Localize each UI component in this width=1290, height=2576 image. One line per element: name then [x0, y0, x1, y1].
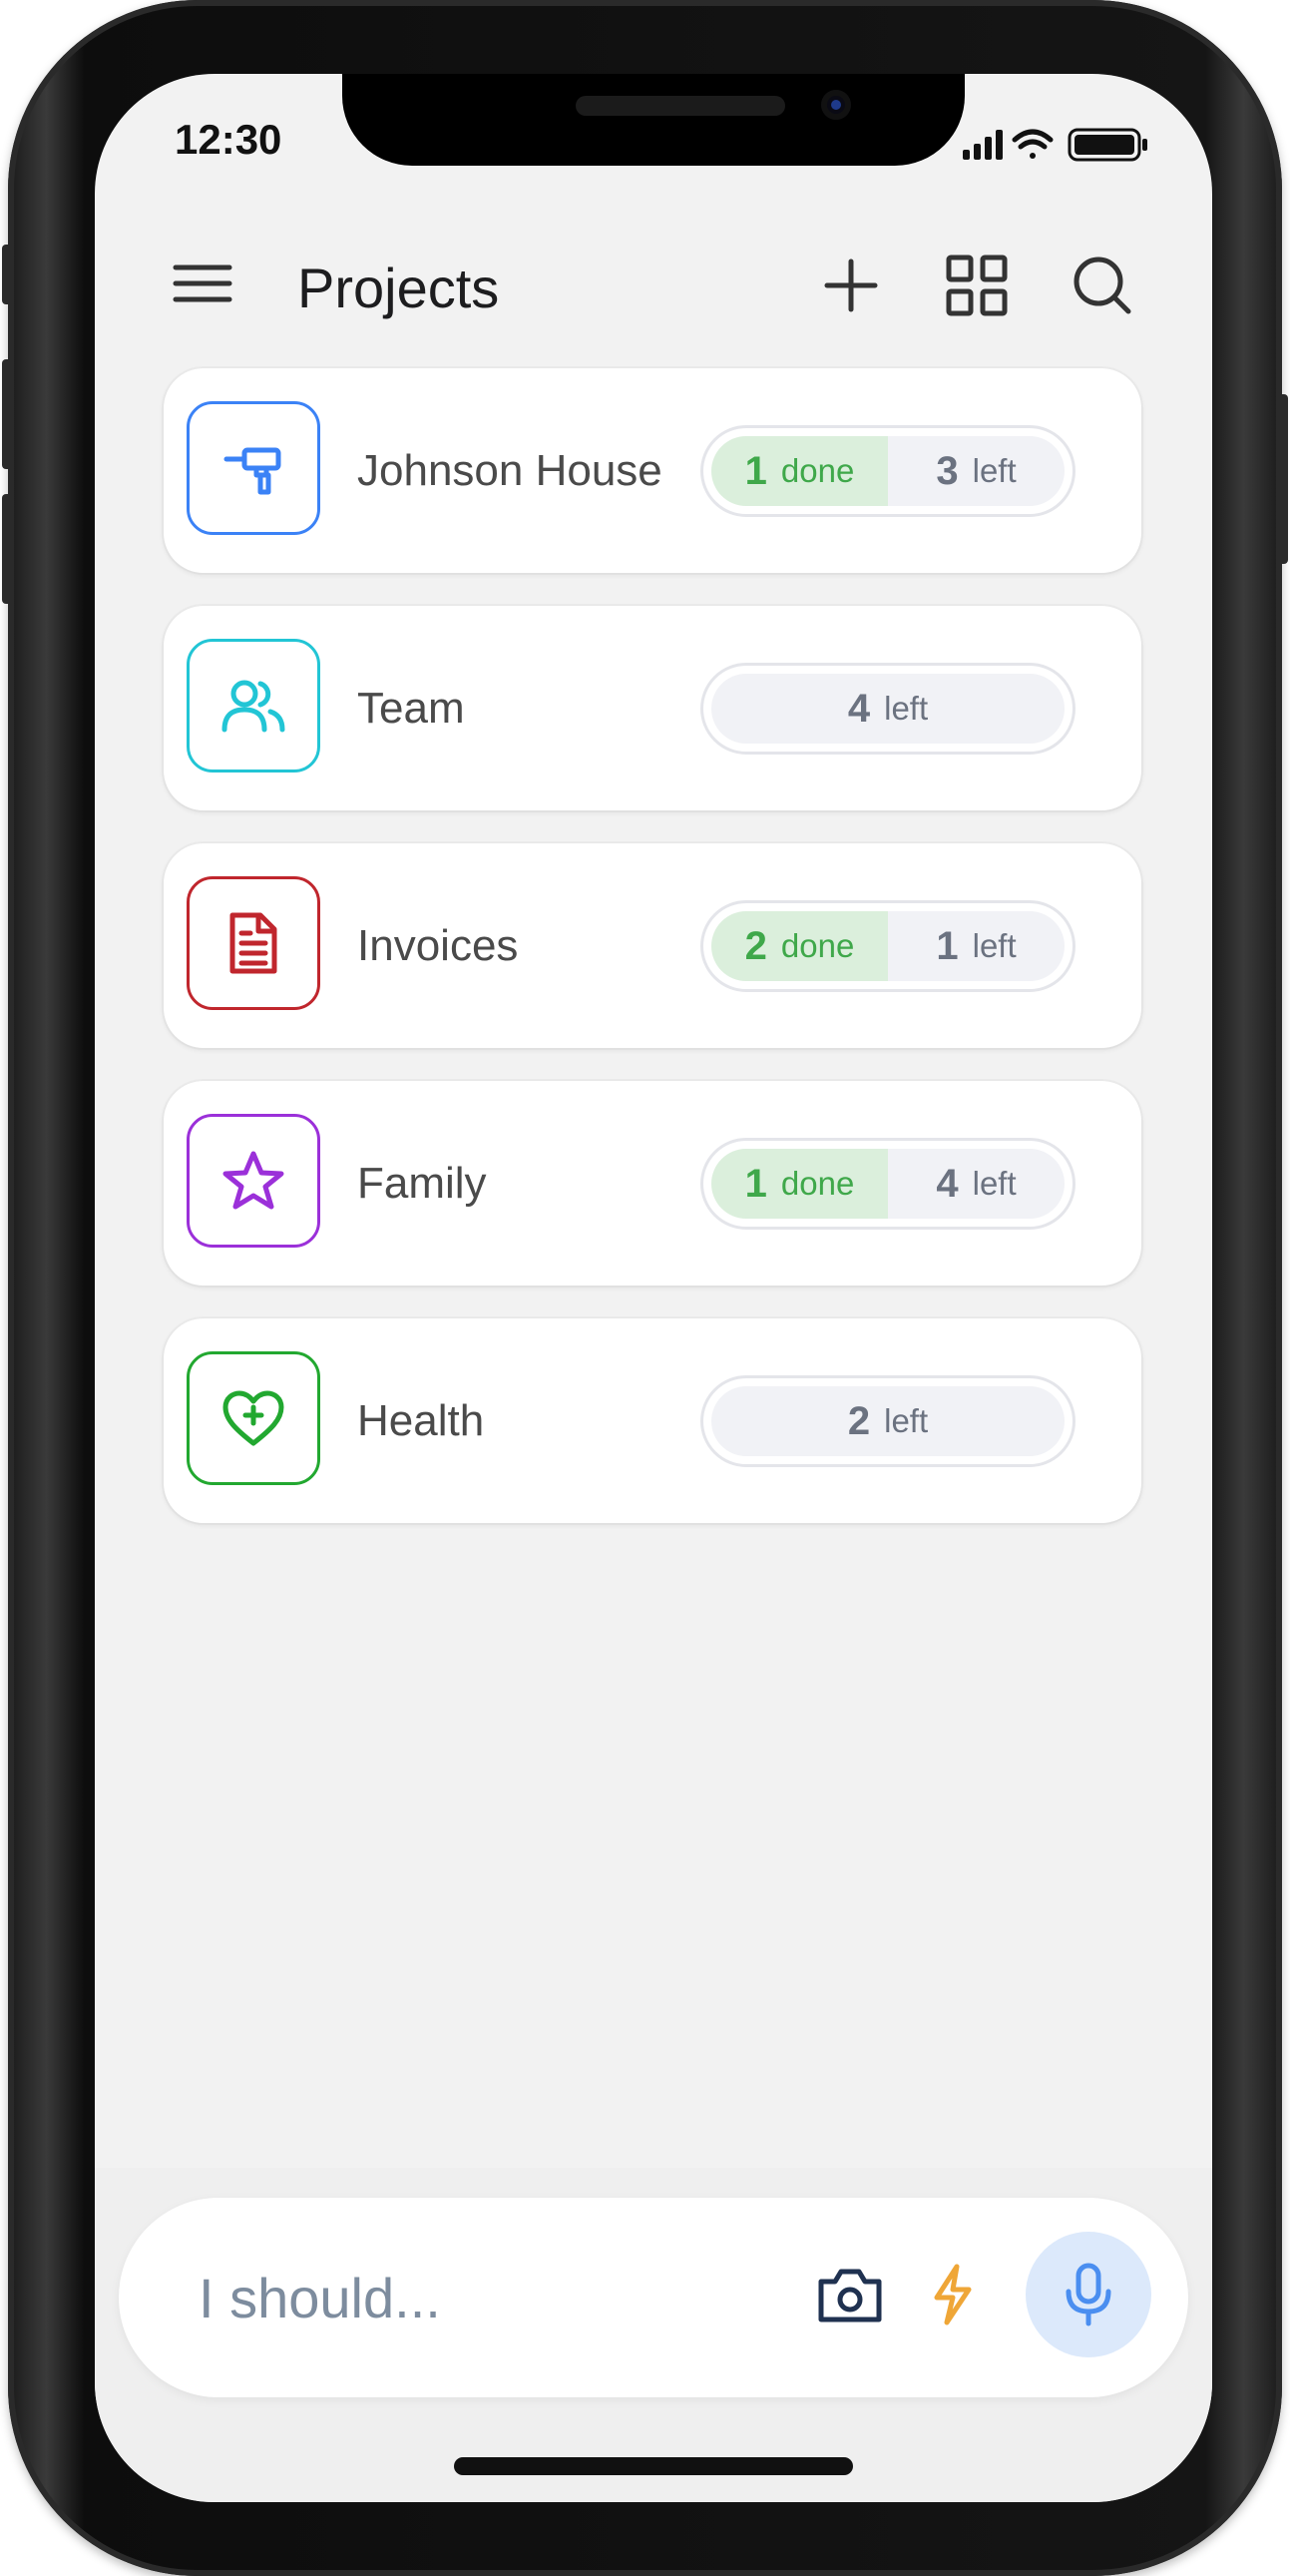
speaker-grille — [576, 96, 785, 116]
power-button — [1278, 394, 1288, 564]
left-segment: 1 left — [888, 911, 1065, 981]
grid-icon[interactable] — [945, 254, 1009, 317]
hamburger-menu-icon[interactable] — [173, 263, 232, 303]
project-name: Team — [357, 684, 465, 733]
done-segment: 2 done — [711, 911, 888, 981]
silent-switch — [2, 245, 12, 304]
done-segment: 1 done — [711, 436, 888, 506]
task-count-pill[interactable]: 1 done 3 left — [700, 425, 1075, 517]
project-icon-box — [187, 401, 320, 535]
star-icon — [222, 1151, 284, 1210]
left-label: left — [972, 1165, 1017, 1202]
done-count: 2 — [744, 923, 767, 968]
project-name: Health — [357, 1396, 485, 1445]
task-input-bar[interactable]: I should... — [119, 2198, 1188, 2397]
volume-down-button — [2, 494, 12, 604]
notch — [342, 74, 965, 166]
left-count: 4 — [847, 686, 871, 731]
task-count-pill[interactable]: 4 left — [700, 663, 1075, 755]
project-card-johnson-house[interactable]: Johnson House 1 done 3 left — [164, 368, 1141, 573]
task-input[interactable]: I should... — [199, 2198, 717, 2397]
project-card-family[interactable]: Family 1 done 4 left — [164, 1081, 1141, 1286]
task-count-pill[interactable]: 2 done 1 left — [700, 900, 1075, 992]
page-title: Projects — [297, 257, 500, 319]
left-count: 3 — [936, 448, 959, 493]
project-name: Johnson House — [357, 446, 662, 495]
top-bar: Projects — [95, 234, 1212, 343]
plus-icon[interactable] — [819, 254, 883, 317]
phone-frame: 12:30 Projects Johnson House 1 done 3 le… — [2, 0, 1288, 2576]
left-label: left — [972, 927, 1017, 964]
users-icon — [221, 680, 285, 733]
search-icon[interactable] — [1071, 254, 1134, 317]
left-label: left — [884, 1402, 929, 1439]
cellular-signal-icon — [963, 130, 1003, 160]
left-count: 2 — [847, 1398, 871, 1443]
task-count-pill[interactable]: 1 done 4 left — [700, 1138, 1075, 1230]
status-time: 12:30 — [175, 116, 282, 163]
left-count: 4 — [936, 1161, 959, 1206]
battery-icon — [1068, 128, 1147, 162]
volume-up-button — [2, 359, 12, 469]
project-icon-box — [187, 1114, 320, 1248]
left-label: left — [972, 452, 1017, 489]
home-indicator[interactable] — [454, 2457, 853, 2475]
document-icon — [229, 912, 277, 974]
project-icon-box — [187, 639, 320, 773]
project-name: Family — [357, 1159, 487, 1208]
project-name: Invoices — [357, 921, 519, 970]
left-count: 1 — [936, 923, 959, 968]
project-icon-box — [187, 876, 320, 1010]
heart-plus-icon — [222, 1390, 284, 1446]
done-label: done — [780, 1165, 855, 1202]
project-card-health[interactable]: Health 2 left — [164, 1318, 1141, 1523]
left-segment: 3 left — [888, 436, 1065, 506]
project-icon-box — [187, 1351, 320, 1485]
project-card-invoices[interactable]: Invoices 2 done 1 left — [164, 843, 1141, 1048]
microphone-icon — [1066, 2263, 1111, 2326]
status-icons — [963, 128, 1147, 162]
left-segment: 4 left — [888, 1149, 1065, 1219]
paint-roller-icon — [223, 447, 281, 495]
task-count-pill[interactable]: 2 left — [700, 1375, 1075, 1467]
camera-icon[interactable] — [817, 2266, 883, 2323]
left-segment: 2 left — [711, 1386, 1065, 1456]
done-count: 1 — [744, 448, 767, 493]
done-segment: 1 done — [711, 1149, 888, 1219]
screen: 12:30 Projects Johnson House 1 done 3 le… — [95, 74, 1212, 2502]
wifi-icon — [1012, 129, 1054, 159]
project-card-team[interactable]: Team 4 left — [164, 606, 1141, 810]
done-count: 1 — [744, 1161, 767, 1206]
lightning-icon[interactable] — [931, 2264, 975, 2325]
composer-panel: I should... — [95, 2168, 1212, 2502]
left-label: left — [884, 690, 929, 727]
microphone-button[interactable] — [1026, 2232, 1151, 2357]
done-label: done — [780, 452, 855, 489]
front-camera — [821, 90, 851, 120]
left-segment: 4 left — [711, 674, 1065, 744]
done-label: done — [780, 927, 855, 964]
